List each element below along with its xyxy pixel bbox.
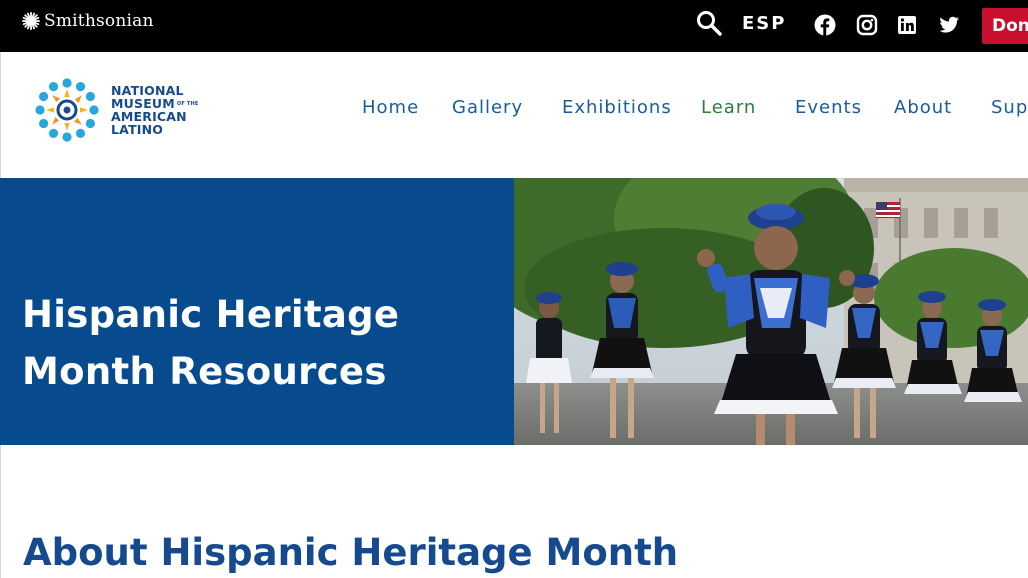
search-icon[interactable]: [696, 10, 722, 36]
utility-bar: Smithsonian ESP Don: [0, 0, 1028, 52]
smithsonian-sun-icon: [22, 12, 40, 30]
twitter-icon[interactable]: [938, 14, 960, 36]
donate-button[interactable]: Don: [982, 8, 1028, 44]
nav-item-events[interactable]: Events: [795, 96, 862, 120]
site-header: NATIONAL MUSEUM OF THE AMERICAN LATINO Ho…: [0, 52, 1028, 178]
section-heading: About Hispanic Heritage Month: [23, 531, 679, 574]
wordmark-line: LATINO: [111, 122, 164, 137]
nav-item-gallery[interactable]: Gallery: [452, 96, 523, 120]
hero-banner: Hispanic Heritage Month Resources: [0, 178, 1028, 445]
instagram-icon[interactable]: [856, 14, 878, 36]
facebook-icon[interactable]: [814, 14, 836, 36]
smithsonian-logo-link[interactable]: Smithsonian: [22, 10, 154, 32]
nav-item-learn[interactable]: Learn: [701, 96, 756, 120]
nav-item-home[interactable]: Home: [362, 96, 419, 120]
nav-item-about[interactable]: About: [894, 96, 952, 120]
linkedin-icon[interactable]: [896, 14, 918, 36]
smithsonian-wordmark: Smithsonian: [44, 11, 154, 31]
main-content: About Hispanic Heritage Month: [0, 445, 1028, 578]
nav-item-exhibitions[interactable]: Exhibitions: [562, 96, 672, 120]
page-title-line: Month Resources: [22, 350, 387, 393]
page-title-line: Hispanic Heritage: [22, 293, 400, 336]
language-toggle-link[interactable]: ESP: [742, 12, 786, 36]
page-title: Hispanic Heritage Month Resources: [22, 286, 492, 400]
nav-item-support[interactable]: Sup: [991, 96, 1028, 120]
hero-photo-parade-dancers: [514, 178, 1028, 445]
main-navigation: Home Gallery Exhibitions Learn Events Ab…: [1, 96, 1028, 120]
hero-title-panel: Hispanic Heritage Month Resources: [0, 178, 514, 445]
